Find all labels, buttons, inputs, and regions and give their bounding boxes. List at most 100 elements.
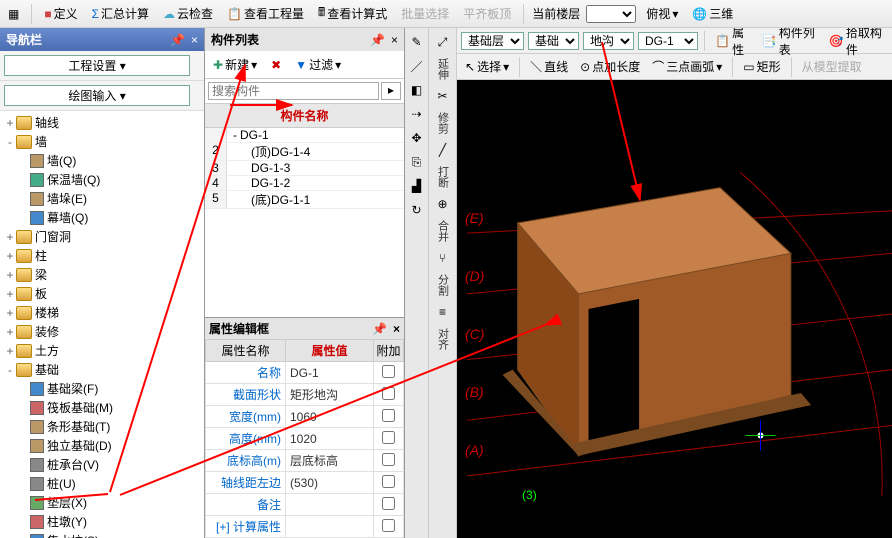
align-button[interactable]: ≡ xyxy=(433,302,453,322)
nav-panel-title: 导航栏 📌× xyxy=(0,28,204,51)
select-button[interactable]: ↖选择▾ xyxy=(461,57,513,76)
property-row[interactable]: 备注 xyxy=(206,494,404,516)
tree-folder[interactable]: +轴线 xyxy=(0,113,204,132)
pick-component-button[interactable]: 🎯拾取构件 xyxy=(825,28,888,59)
list-item[interactable]: 3DG-1-3 xyxy=(205,161,404,176)
tree-leaf[interactable]: 柱墩(Y) xyxy=(0,512,204,531)
axis-label: (C) xyxy=(465,326,484,342)
component-list-button[interactable]: 📑构件列表 xyxy=(758,28,821,59)
flat-top-button: 平齐板顶 xyxy=(459,3,515,24)
draw-input-dropdown[interactable]: 绘图输入 ▾ xyxy=(0,81,204,111)
batch-select-button: 批量选择 xyxy=(397,3,453,24)
component-list-title: 构件列表 📌× xyxy=(205,28,404,51)
split-button[interactable]: ⑂ xyxy=(433,248,453,268)
tree-leaf[interactable]: 垫层(X) xyxy=(0,493,204,512)
line-icon[interactable]: ／ xyxy=(407,56,427,76)
nav-toggle-icon[interactable]: ▦ xyxy=(4,5,23,23)
tree-leaf[interactable]: 保温墙(Q) xyxy=(0,170,204,189)
tree-leaf[interactable]: 墙垛(E) xyxy=(0,189,204,208)
line-button[interactable]: ＼直线 xyxy=(526,57,572,76)
define-button[interactable]: ■定义 xyxy=(40,3,81,24)
list-item[interactable]: 2(顶)DG-1-4 xyxy=(205,143,404,161)
3d-viewport[interactable]: (E)(D)(C)(B)(A) (3) xyxy=(457,80,892,538)
property-row[interactable]: 宽度(mm)1060 xyxy=(206,406,404,428)
list-item[interactable]: 5(底)DG-1-1 xyxy=(205,191,404,209)
tree-folder[interactable]: +土方 xyxy=(0,341,204,360)
tree-folder[interactable]: +门窗洞 xyxy=(0,227,204,246)
arc-button[interactable]: ⌒三点画弧▾ xyxy=(648,57,726,76)
search-input[interactable] xyxy=(208,82,379,100)
new-button[interactable]: ✚新建▾ xyxy=(208,54,262,75)
property-row[interactable]: 高度(mm)1020 xyxy=(206,428,404,450)
pin-icon[interactable]: 📌 xyxy=(370,33,385,47)
category-select[interactable]: 基础 xyxy=(528,32,579,50)
list-item[interactable]: -DG-1 xyxy=(205,128,404,143)
rotate-icon[interactable]: ↻ xyxy=(407,200,427,220)
layer-select[interactable]: 基础层 xyxy=(461,32,524,50)
project-settings-dropdown[interactable]: 工程设置 ▾ xyxy=(0,51,204,81)
tree-leaf[interactable]: 集水坑(S) xyxy=(0,531,204,538)
point-length-button[interactable]: ⊙点加长度 xyxy=(576,57,644,76)
tree-leaf[interactable]: 幕墙(Q) xyxy=(0,208,204,227)
property-panel-title: 属性编辑框 xyxy=(209,320,269,337)
close-icon[interactable]: × xyxy=(393,322,400,336)
component-list-panel: 构件列表 📌× ✚新建▾ ✖ ▼过滤▾ ▸ 构件名称 -DG-12(顶)DG-1… xyxy=(205,28,405,538)
property-table: 属性名称 属性值 附加 名称DG-1截面形状矩形地沟宽度(mm)1060高度(m… xyxy=(205,339,404,538)
rect-button[interactable]: ▭矩形 xyxy=(739,57,784,76)
component-select[interactable]: DG-1 xyxy=(638,32,698,50)
type-select[interactable]: 地沟 xyxy=(583,32,634,50)
view-mode-button[interactable]: 俯视▾ xyxy=(642,3,682,24)
view-qty-button[interactable]: 📋查看工程量 xyxy=(223,3,308,24)
list-item[interactable]: 4DG-1-2 xyxy=(205,176,404,191)
tree-leaf[interactable]: 条形基础(T) xyxy=(0,417,204,436)
extend-button[interactable]: ⤢ xyxy=(433,32,453,52)
property-row[interactable]: 轴线距左边(530) xyxy=(206,472,404,494)
pencil-icon[interactable]: ✎ xyxy=(407,32,427,52)
cloud-check-button[interactable]: ☁云检查 xyxy=(159,3,217,24)
property-button[interactable]: 📋属性 xyxy=(711,28,754,59)
merge-button[interactable]: ⊕ xyxy=(433,194,453,214)
property-row[interactable]: 底标高(m)层底标高 xyxy=(206,450,404,472)
tree-leaf[interactable]: 基础梁(F) xyxy=(0,379,204,398)
3d-model xyxy=(457,80,892,538)
property-row[interactable]: 名称DG-1 xyxy=(206,362,404,384)
tree-leaf[interactable]: 桩(U) xyxy=(0,474,204,493)
3d-mode-button[interactable]: 🌐三维 xyxy=(688,3,737,24)
trim-button[interactable]: ✂ xyxy=(433,86,453,106)
edit-vtoolbar: ⤢ 延伸 ✂ 修剪 ╱ 打断 ⊕ 合并 ⑂ 分割 ≡ 对齐 xyxy=(429,28,457,538)
property-row[interactable]: 截面形状矩形地沟 xyxy=(206,384,404,406)
tree-folder[interactable]: -墙 xyxy=(0,132,204,151)
pin-icon[interactable]: 📌 xyxy=(170,33,185,47)
main-toolbar: ▦ ■定义 Σ汇总计算 ☁云检查 📋查看工程量 🖩查看计算式 批量选择 平齐板顶… xyxy=(0,0,892,28)
offset-icon[interactable]: ⇢ xyxy=(407,104,427,124)
axis-label: (E) xyxy=(465,210,484,226)
floor-select[interactable] xyxy=(586,5,636,23)
property-row[interactable]: [+] 计算属性 xyxy=(206,516,404,538)
tree-leaf[interactable]: 筏板基础(M) xyxy=(0,398,204,417)
close-icon[interactable]: × xyxy=(391,33,398,47)
move-icon[interactable]: ✥ xyxy=(407,128,427,148)
tree-folder[interactable]: +板 xyxy=(0,284,204,303)
from-model-button: 从模型提取 xyxy=(798,57,866,76)
pin-icon[interactable]: 📌 xyxy=(372,322,387,336)
tree-folder[interactable]: +装修 xyxy=(0,322,204,341)
view-calc-button[interactable]: 🖩查看计算式 xyxy=(314,1,391,26)
mirror-icon[interactable]: ▟ xyxy=(407,176,427,196)
eraser-icon[interactable]: ◧ xyxy=(407,80,427,100)
viewport-panel: 基础层 基础 地沟 DG-1 📋属性 📑构件列表 🎯拾取构件 ↖选择▾ ＼直线 … xyxy=(457,28,892,538)
delete-button[interactable]: ✖ xyxy=(266,56,286,74)
tree-folder[interactable]: +楼梯 xyxy=(0,303,204,322)
filter-button[interactable]: ▼过滤▾ xyxy=(290,54,346,75)
tree-leaf[interactable]: 墙(Q) xyxy=(0,151,204,170)
copy-icon[interactable]: ⎘ xyxy=(407,152,427,172)
tree-leaf[interactable]: 独立基础(D) xyxy=(0,436,204,455)
search-go-button[interactable]: ▸ xyxy=(381,82,401,100)
close-icon[interactable]: × xyxy=(191,33,198,47)
property-panel: 属性编辑框 📌 × 属性名称 属性值 附加 名称DG-1截面形状矩形地沟宽度(mm… xyxy=(205,317,404,538)
tree-folder[interactable]: +柱 xyxy=(0,246,204,265)
tree-folder[interactable]: -基础 xyxy=(0,360,204,379)
tree-folder[interactable]: +梁 xyxy=(0,265,204,284)
tree-leaf[interactable]: 桩承台(V) xyxy=(0,455,204,474)
sum-button[interactable]: Σ汇总计算 xyxy=(88,3,153,24)
break-button[interactable]: ╱ xyxy=(433,140,453,160)
